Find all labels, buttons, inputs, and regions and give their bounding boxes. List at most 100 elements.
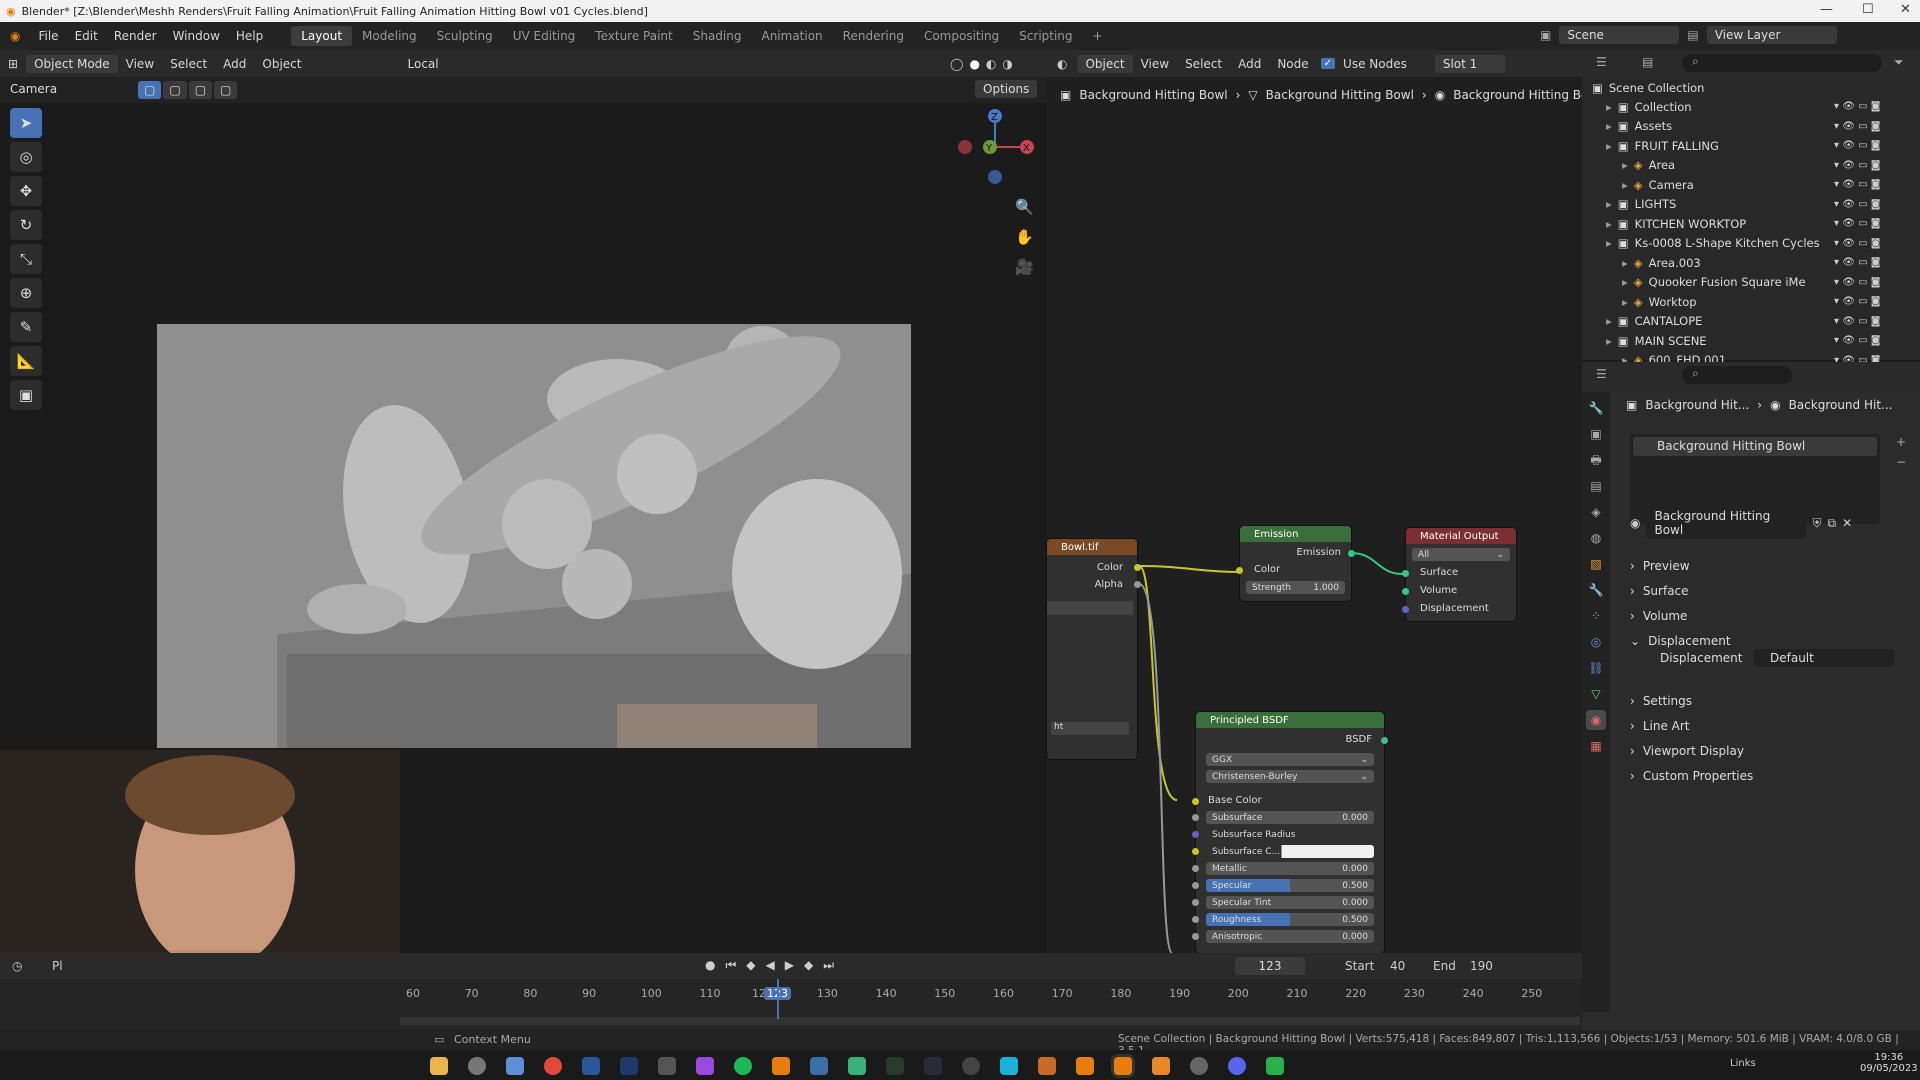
image-texture-node[interactable]: Bowl.tif Color Alpha ht: [1047, 539, 1141, 759]
duplicate-material-icon[interactable]: ⧉: [1828, 516, 1837, 531]
panel-line-art[interactable]: › Line Art: [1630, 714, 1910, 738]
visibility-toggle-icons[interactable]: ▾ 👁 ▭ ◙: [1834, 101, 1880, 112]
tool-tab-icon[interactable]: 🔧: [1586, 398, 1606, 418]
outliner-row[interactable]: ▸ ◈ Quooker Fusion Square iMe ▾ 👁 ▭ ◙: [1582, 273, 1920, 292]
outliner-row[interactable]: ▸ ▣ FRUIT FALLING ▾ 👁 ▭ ◙: [1582, 136, 1920, 155]
particles-tab-icon[interactable]: ⁘: [1586, 606, 1606, 626]
output-surface-socket[interactable]: [1402, 570, 1409, 577]
timeline-area[interactable]: 6070809010011012123130140150160170180190…: [0, 979, 1582, 1030]
breadcrumb-object[interactable]: Background Hitting Bowl: [1079, 88, 1227, 102]
visibility-toggle-icons[interactable]: ▾ 👁 ▭ ◙: [1834, 179, 1880, 190]
links-toolbar[interactable]: Links: [1730, 1058, 1756, 1069]
blender-alt2-icon[interactable]: [1076, 1057, 1094, 1075]
bsdf-field-5[interactable]: Specular Tint 0.000: [1206, 896, 1374, 909]
next-keyframe-icon[interactable]: ◆: [804, 958, 813, 973]
props-breadcrumb-object[interactable]: Background Hit...: [1645, 398, 1749, 412]
render-tab-icon[interactable]: ▣: [1586, 424, 1606, 444]
zoom-icon[interactable]: 🔍: [1015, 192, 1034, 222]
expand-arrow-icon[interactable]: ▸: [1606, 119, 1612, 133]
principled-bsdf-node[interactable]: Principled BSDF BSDF GGX ⌄ Christensen-Bu…: [1192, 712, 1388, 953]
obs-icon[interactable]: [468, 1057, 486, 1075]
image-interp-dropdown[interactable]: ht: [1051, 722, 1129, 735]
bsdf-field-4[interactable]: Specular 0.500: [1206, 879, 1374, 892]
emission-strength-field[interactable]: Strength 1.000: [1246, 581, 1345, 594]
tab-shading[interactable]: Shading: [683, 26, 752, 46]
expand-arrow-icon[interactable]: ▸: [1622, 158, 1628, 172]
app-icon[interactable]: [658, 1057, 676, 1075]
tab-sculpting[interactable]: Sculpting: [427, 26, 503, 46]
select-mode-subtract-icon[interactable]: ▢: [188, 81, 213, 99]
material-browse-icon[interactable]: ◉: [1630, 516, 1640, 530]
emission-node[interactable]: Emission Emission Color Strength 1.000: [1236, 526, 1355, 601]
add-cube-tool-icon[interactable]: ▣: [10, 380, 42, 410]
visibility-toggle-icons[interactable]: ▾ 👁 ▭ ◙: [1834, 335, 1880, 346]
visibility-toggle-icons[interactable]: ▾ 👁 ▭ ◙: [1834, 316, 1880, 327]
play-reverse-icon[interactable]: ◀: [766, 958, 775, 973]
bsdf-input-socket[interactable]: [1192, 831, 1199, 838]
outliner-row[interactable]: ▸ ◈ Area.003 ▾ 👁 ▭ ◙: [1582, 253, 1920, 272]
panel-settings[interactable]: › Settings: [1630, 689, 1910, 713]
chrome-icon[interactable]: [544, 1057, 562, 1075]
node-menu-view[interactable]: View: [1133, 57, 1177, 71]
bsdf-field-0[interactable]: Subsurface 0.000: [1206, 811, 1374, 824]
expand-arrow-icon[interactable]: ▸: [1622, 256, 1628, 270]
clock[interactable]: 19:36 09/05/2023: [1860, 1052, 1918, 1074]
object-mode-dropdown[interactable]: Object Mode: [26, 54, 118, 73]
maximize-icon[interactable]: ☐: [1862, 2, 1874, 17]
scene-collection-row[interactable]: ▣ Scene Collection: [1582, 78, 1920, 97]
painter-icon[interactable]: [924, 1057, 942, 1075]
canva-icon[interactable]: [1000, 1057, 1018, 1075]
constraints-tab-icon[interactable]: ⛓: [1586, 658, 1606, 678]
bsdf-input-socket[interactable]: [1192, 933, 1199, 940]
outliner-row[interactable]: ▸ ▣ Collection ▾ 👁 ▭ ◙: [1582, 97, 1920, 116]
player-icon[interactable]: [1266, 1057, 1284, 1075]
editor-type-icon[interactable]: ⊞: [0, 57, 26, 71]
visibility-toggle-icons[interactable]: ▾ 👁 ▭ ◙: [1834, 199, 1880, 210]
bsdf-input-socket[interactable]: [1192, 899, 1199, 906]
transform-orientation-dropdown[interactable]: Local: [400, 57, 447, 71]
outliner-row[interactable]: ▸ ▣ MAIN SCENE ▾ 👁 ▭ ◙: [1582, 331, 1920, 350]
scene-selector[interactable]: Scene: [1559, 26, 1680, 44]
cursor-tool-icon[interactable]: ◎: [10, 142, 42, 172]
sync-icon[interactable]: [1190, 1057, 1208, 1075]
viewport-menu-view[interactable]: View: [118, 57, 162, 71]
bsdf-input-socket[interactable]: [1192, 916, 1199, 923]
bsdf-field-3[interactable]: Metallic 0.000: [1206, 862, 1374, 875]
output-volume-socket[interactable]: [1402, 588, 1409, 595]
props-breadcrumb-material[interactable]: Background Hit...: [1789, 398, 1893, 412]
pan-hand-icon[interactable]: ✋: [1015, 222, 1034, 252]
panel-viewport-display[interactable]: › Viewport Display: [1630, 739, 1910, 763]
outlook-icon[interactable]: [582, 1057, 600, 1075]
node-menu-add[interactable]: Add: [1230, 57, 1269, 71]
shader-type-dropdown[interactable]: Object: [1077, 54, 1133, 73]
prev-keyframe-icon[interactable]: ◆: [746, 958, 755, 973]
menu-edit[interactable]: Edit: [67, 29, 106, 43]
outliner-row[interactable]: ▸ ▣ LIGHTS ▾ 👁 ▭ ◙: [1582, 195, 1920, 214]
expand-arrow-icon[interactable]: ▸: [1606, 334, 1612, 348]
jump-start-icon[interactable]: ⏮: [725, 958, 736, 973]
material-output-node[interactable]: Material Output All ⌄ Surface Volume Disp…: [1402, 528, 1516, 621]
viewport-menu-add[interactable]: Add: [215, 57, 254, 71]
image-datablock-field[interactable]: [1047, 601, 1133, 615]
file-explorer-icon[interactable]: [430, 1057, 448, 1075]
spotify-icon[interactable]: [734, 1057, 752, 1075]
modifier-tab-icon[interactable]: 🔧: [1586, 580, 1606, 600]
material-name-field[interactable]: Background Hitting Bowl: [1646, 507, 1807, 539]
select-mode-set-icon[interactable]: ▢: [138, 81, 162, 99]
current-frame-field[interactable]: 123: [1235, 957, 1305, 975]
panel-preview[interactable]: › Preview: [1630, 554, 1910, 578]
scale-tool-icon[interactable]: ⤡: [10, 244, 42, 274]
timeline-scrollbar[interactable]: [400, 1017, 1580, 1025]
wireframe-shading-icon[interactable]: ◯: [950, 57, 963, 71]
timeline-type-icon[interactable]: ◷: [0, 959, 34, 973]
bsdf-field-1[interactable]: Subsurface Radius: [1206, 828, 1374, 841]
subsurface-method-dropdown[interactable]: Christensen-Burley ⌄: [1206, 770, 1374, 783]
start-frame-field[interactable]: 40: [1390, 959, 1405, 973]
material-tab-icon[interactable]: ◉: [1586, 710, 1606, 730]
fake-user-icon[interactable]: ⛨: [1812, 516, 1821, 531]
visibility-toggle-icons[interactable]: ▾ 👁 ▭ ◙: [1834, 277, 1880, 288]
data-tab-icon[interactable]: ▽: [1586, 684, 1606, 704]
viewport-menu-select[interactable]: Select: [162, 57, 215, 71]
measure-tool-icon[interactable]: 📐: [10, 346, 42, 376]
select-box-tool-icon[interactable]: ➤: [10, 108, 42, 138]
